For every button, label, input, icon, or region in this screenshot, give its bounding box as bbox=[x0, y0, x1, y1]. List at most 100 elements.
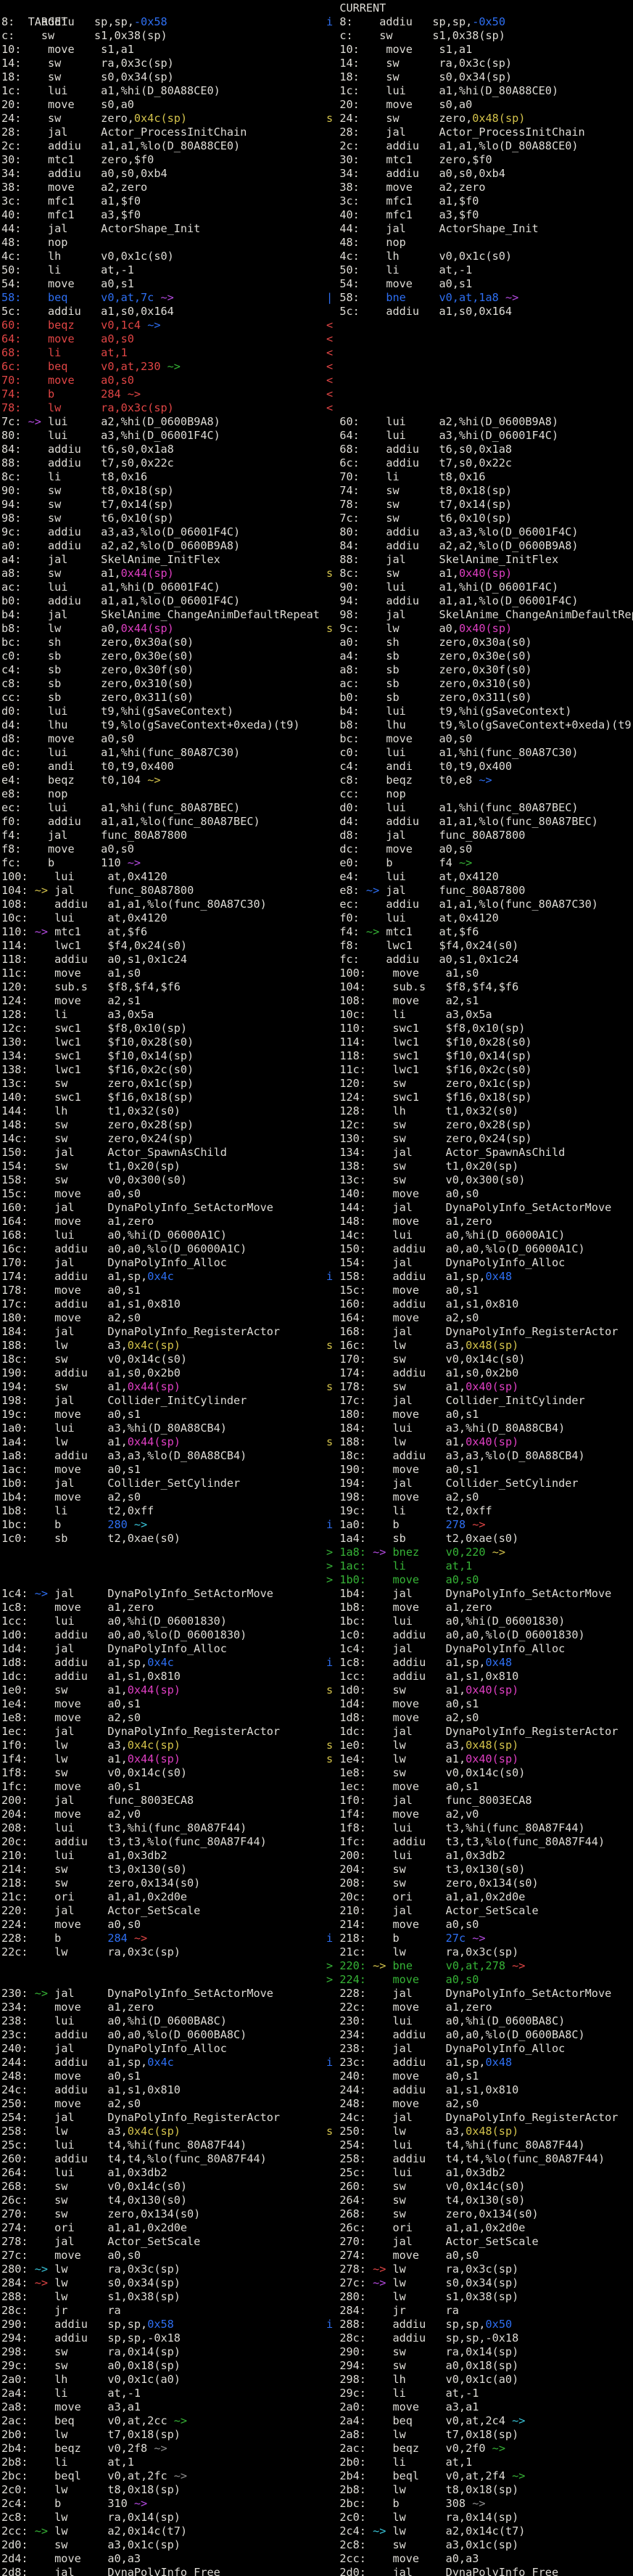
address: ec: bbox=[339, 898, 359, 911]
mnemonic: move bbox=[392, 994, 445, 1007]
mnemonic: lw bbox=[54, 2483, 107, 2496]
address: 214: bbox=[339, 1918, 366, 1931]
current-line: 2c0: lw ra,0x14(sp) bbox=[326, 2511, 518, 2524]
address: 54: bbox=[339, 277, 359, 290]
address: 1b4: bbox=[339, 1587, 366, 1600]
target-line: 180: move a2,s0 bbox=[1, 1311, 141, 1324]
current-line: 2c4: ~> lw a2,0x14c(t7) bbox=[326, 2524, 525, 2538]
asm-row: 184: jal DynaPolyInfo_RegisterActor 168:… bbox=[1, 1325, 633, 1339]
address: 114: bbox=[1, 939, 28, 952]
current-line: 78: sw t7,0x14(sp) bbox=[326, 498, 512, 512]
operands: DynaPolyInfo_SetActorMove bbox=[107, 1201, 273, 1214]
branch-source-arrow-icon: ~> bbox=[147, 319, 160, 332]
mnemonic: lui bbox=[392, 1821, 445, 1834]
operands: v0,220 bbox=[446, 1546, 486, 1559]
operands: t2,0xae(s0) bbox=[446, 1532, 519, 1545]
mnemonic: move bbox=[54, 2001, 107, 2014]
mnemonic: jal bbox=[54, 1256, 107, 1269]
mnemonic: li bbox=[392, 1504, 445, 1517]
address: 178: bbox=[339, 1380, 366, 1393]
current-line: 214: move a0,s0 bbox=[326, 1918, 479, 1932]
address: 10c: bbox=[339, 1008, 366, 1021]
asm-row: 5c: addiu a1,s0,0x164 5c: addiu a1,s0,0x… bbox=[1, 305, 633, 319]
current-line: i 158: addiu a1,sp,0x48 bbox=[326, 1270, 512, 1284]
asm-row: 88: addiu t7,s0,0x22c 6c: addiu t7,s0,0x… bbox=[1, 456, 633, 470]
mnemonic: lw bbox=[393, 1752, 446, 1765]
operands: s1,0x38(sp) bbox=[107, 2290, 181, 2303]
asm-row: 144: lh t1,0x32(s0) 128: lh t1,0x32(s0) bbox=[1, 1104, 633, 1118]
current-line: 15c: move a0,s1 bbox=[326, 1284, 479, 1297]
address: 2b8: bbox=[339, 2483, 366, 2496]
asm-row: 1f0: lw a3,0x4c(sp)s 1e0: lw a3,0x48(sp) bbox=[1, 1739, 633, 1752]
current-line: s 188: lw a1,0x40(sp) bbox=[326, 1435, 518, 1449]
address: 1cc: bbox=[1, 1615, 28, 1628]
operands: a1,a1,%lo(func_80A87BEC) bbox=[439, 815, 598, 828]
mnemonic: sw bbox=[54, 1173, 107, 1186]
asm-row: 2b8: li at,1 2b0: li at,1 bbox=[1, 2456, 633, 2469]
asm-row: 160: jal DynaPolyInfo_SetActorMove 144: … bbox=[1, 1201, 633, 1215]
mnemonic: lui bbox=[48, 581, 101, 594]
mnemonic: lwc1 bbox=[392, 1035, 445, 1049]
target-line: 150: jal Actor_SpawnAsChild bbox=[1, 1146, 227, 1159]
address: 230: bbox=[339, 2014, 366, 2027]
branch-source-arrow-icon: ~> bbox=[472, 1932, 485, 1945]
target-line: 154: sw t1,0x20(sp) bbox=[1, 1160, 181, 1173]
address: 1c8: bbox=[1, 1601, 28, 1614]
current-line: 13c: sw v0,0x300(s0) bbox=[326, 1173, 525, 1187]
operands: 0x58 bbox=[147, 2318, 174, 2331]
asm-row: 190: addiu a1,s0,0x2b0 174: addiu a1,s0,… bbox=[1, 1366, 633, 1380]
operands: a1,sp, bbox=[107, 2056, 147, 2069]
operands: a1,sp, bbox=[446, 1270, 486, 1283]
mnemonic: lui bbox=[386, 415, 439, 428]
operands: zero,0x28(sp) bbox=[107, 1118, 194, 1131]
operands: a1,a1,0x2d0e bbox=[446, 1890, 526, 1903]
mnemonic: lw bbox=[54, 2263, 107, 2276]
current-line: 84: addiu a2,a2,%lo(D_0600B9A8) bbox=[326, 539, 579, 553]
operands: a1,%hi(D_06001F4C) bbox=[101, 581, 220, 594]
address: 40: bbox=[339, 208, 359, 221]
address: 1bc: bbox=[1, 1518, 28, 1531]
target-line: 2ac: beq v0,at,2cc ~> bbox=[1, 2414, 187, 2427]
operands: t6,s0,0x1a8 bbox=[439, 443, 513, 456]
operands: v0,0x14c(s0) bbox=[107, 2180, 187, 2193]
address: 50: bbox=[339, 263, 359, 276]
address: 1f4: bbox=[1, 1752, 28, 1765]
target-line: 98: sw t6,0x10(sp) bbox=[1, 512, 174, 525]
mnemonic: mfc1 bbox=[386, 208, 439, 221]
address: 140: bbox=[1, 1091, 28, 1104]
current-line: 48: nop bbox=[326, 236, 439, 250]
operands: a1, bbox=[446, 1380, 466, 1393]
diff-marker: s bbox=[326, 1752, 333, 1765]
asm-row: 1d4: jal DynaPolyInfo_Alloc 1c4: jal Dyn… bbox=[1, 1642, 633, 1656]
mnemonic: sw bbox=[386, 567, 439, 580]
diff-marker: s bbox=[326, 1339, 333, 1352]
current-line: 40: mfc1 a3,$f0 bbox=[326, 208, 479, 222]
current-line: 70: li t8,0x16 bbox=[326, 470, 485, 484]
address: 224: bbox=[339, 1973, 366, 1986]
address: 204: bbox=[1, 1808, 28, 1821]
mnemonic: beqz bbox=[48, 774, 101, 787]
diff-marker: > bbox=[326, 1973, 333, 1986]
operands: 27c bbox=[446, 1932, 466, 1945]
target-line: 28c: jr ra bbox=[1, 2304, 121, 2317]
operands: a0,a3 bbox=[107, 2552, 141, 2565]
mnemonic: addiu bbox=[386, 139, 439, 152]
mnemonic: addiu bbox=[392, 1628, 445, 1641]
operands: a1,s1,0x810 bbox=[107, 1297, 181, 1310]
asm-row: 1b8: li t2,0xff 19c: li t2,0xff bbox=[1, 1504, 633, 1518]
operands: sp,sp, bbox=[107, 2318, 147, 2331]
asm-row: > 1ac: li at,1 bbox=[1, 1559, 633, 1573]
operands: t4,%hi(func_80A87F44) bbox=[107, 2138, 247, 2152]
mnemonic: lui bbox=[48, 801, 101, 814]
target-line: 9c: addiu a3,a3,%lo(D_06001F4C) bbox=[1, 525, 240, 538]
target-line: 48: nop bbox=[1, 236, 101, 249]
address: 108: bbox=[339, 994, 366, 1007]
address: 44: bbox=[339, 222, 359, 235]
operands: zero,0x134(s0) bbox=[446, 1876, 539, 1890]
operands: a1,$f0 bbox=[101, 194, 141, 208]
mnemonic: mfc1 bbox=[48, 208, 101, 221]
mnemonic: addiu bbox=[392, 1242, 445, 1255]
mnemonic: addiu bbox=[54, 1449, 107, 1462]
address: c0: bbox=[1, 649, 21, 663]
address: 274: bbox=[339, 2249, 366, 2262]
